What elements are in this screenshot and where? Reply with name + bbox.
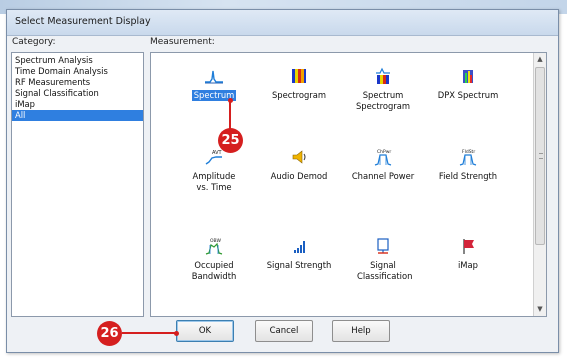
- occupied-bw-icon-text: OBW: [210, 238, 221, 244]
- measurement-label-dpx-spectrum: DPX Spectrum: [437, 90, 499, 100]
- measurement-tile-field-strength[interactable]: FldStr Field Strength: [425, 148, 511, 182]
- help-button[interactable]: Help: [332, 320, 390, 342]
- measurement-label-field-strength: Field Strength: [438, 171, 498, 181]
- measurement-label-amplitude-vs-time: Amplitude vs. Time: [192, 171, 236, 192]
- category-item-all[interactable]: All: [12, 110, 143, 121]
- spectrum-icon: [205, 70, 223, 84]
- measurement-label-spectrogram: Spectrogram: [271, 90, 327, 100]
- occupied-bandwidth-icon: OBW: [205, 238, 223, 255]
- measurement-tile-spectrum-spectrogram[interactable]: Spectrum Spectrogram: [340, 67, 426, 112]
- measurement-label-channel-power: Channel Power: [351, 171, 415, 181]
- amplitude-vs-time-icon: AVT: [205, 150, 223, 165]
- speaker-icon: [292, 150, 306, 164]
- measurement-label-signal-strength: Signal Strength: [266, 260, 332, 270]
- imap-flag-icon: [463, 239, 474, 254]
- callout-26-leader-line: [122, 332, 176, 334]
- measurement-tile-dpx-spectrum[interactable]: DPX Spectrum: [425, 67, 511, 101]
- amplitude-icon-text: AVT: [212, 150, 223, 156]
- dialog-title: Select Measurement Display: [7, 10, 558, 36]
- measurement-tile-occupied-bandwidth[interactable]: OBW Occupied Bandwidth: [171, 237, 257, 282]
- cancel-button[interactable]: Cancel: [255, 320, 313, 342]
- measurement-label-spectrum-spectrogram: Spectrum Spectrogram: [355, 90, 411, 111]
- category-label: Category:: [12, 37, 56, 47]
- signal-strength-icon: [294, 241, 305, 253]
- category-item-imap[interactable]: iMap: [12, 99, 143, 110]
- measurement-grid: Spectrum Spectrogram Spectrum Spectrogra…: [150, 52, 547, 317]
- measurement-tile-audio-demod[interactable]: Audio Demod: [256, 148, 342, 182]
- measurement-label: Measurement:: [150, 37, 215, 47]
- channel-power-icon: ChPwr: [374, 149, 391, 166]
- category-list[interactable]: Spectrum Analysis Time Domain Analysis R…: [11, 52, 144, 317]
- callout-26-pointer-dot: [174, 331, 179, 336]
- measurement-label-imap: iMap: [457, 260, 478, 270]
- spectrum-spectrogram-icon: [376, 67, 390, 84]
- category-item-rf-measurements[interactable]: RF Measurements: [12, 77, 143, 88]
- category-item-spectrum-analysis[interactable]: Spectrum Analysis: [12, 55, 143, 66]
- measurement-tile-signal-classification[interactable]: Signal Classification: [340, 237, 426, 282]
- field-strength-icon-text: FldStr: [462, 149, 475, 155]
- scroll-grip-icon: [539, 153, 543, 159]
- measurement-tile-signal-strength[interactable]: Signal Strength: [256, 237, 342, 271]
- spectrogram-icon: [292, 69, 306, 83]
- dpx-spectrum-icon: [463, 70, 473, 83]
- measurement-label-occupied-bandwidth: Occupied Bandwidth: [191, 260, 237, 281]
- measurement-tile-spectrogram[interactable]: Spectrogram: [256, 67, 342, 101]
- callout-25-badge: 25: [218, 128, 243, 153]
- measurement-scrollbar[interactable]: ▲ ▼: [533, 53, 546, 316]
- scroll-thumb[interactable]: [535, 67, 545, 245]
- callout-26-badge: 26: [97, 321, 122, 346]
- category-item-time-domain-analysis[interactable]: Time Domain Analysis: [12, 66, 143, 77]
- callout-25-leader-line: [229, 100, 231, 129]
- measurement-tile-channel-power[interactable]: ChPwr Channel Power: [340, 148, 426, 182]
- measurement-tile-amplitude-vs-time[interactable]: AVT Amplitude vs. Time: [171, 148, 257, 193]
- field-strength-icon: FldStr: [459, 149, 477, 166]
- measurement-label-signal-classification: Signal Classification: [357, 260, 413, 281]
- channel-power-icon-text: ChPwr: [377, 149, 391, 155]
- signal-classification-icon: [377, 238, 389, 254]
- measurement-label-audio-demod: Audio Demod: [270, 171, 328, 181]
- category-item-signal-classification[interactable]: Signal Classification: [12, 88, 143, 99]
- ok-button[interactable]: OK: [176, 320, 234, 342]
- measurement-tile-imap[interactable]: iMap: [425, 237, 511, 271]
- measurement-tile-spectrum[interactable]: Spectrum: [171, 67, 257, 101]
- scroll-down-arrow-icon[interactable]: ▼: [534, 303, 546, 316]
- scroll-up-arrow-icon[interactable]: ▲: [534, 53, 546, 66]
